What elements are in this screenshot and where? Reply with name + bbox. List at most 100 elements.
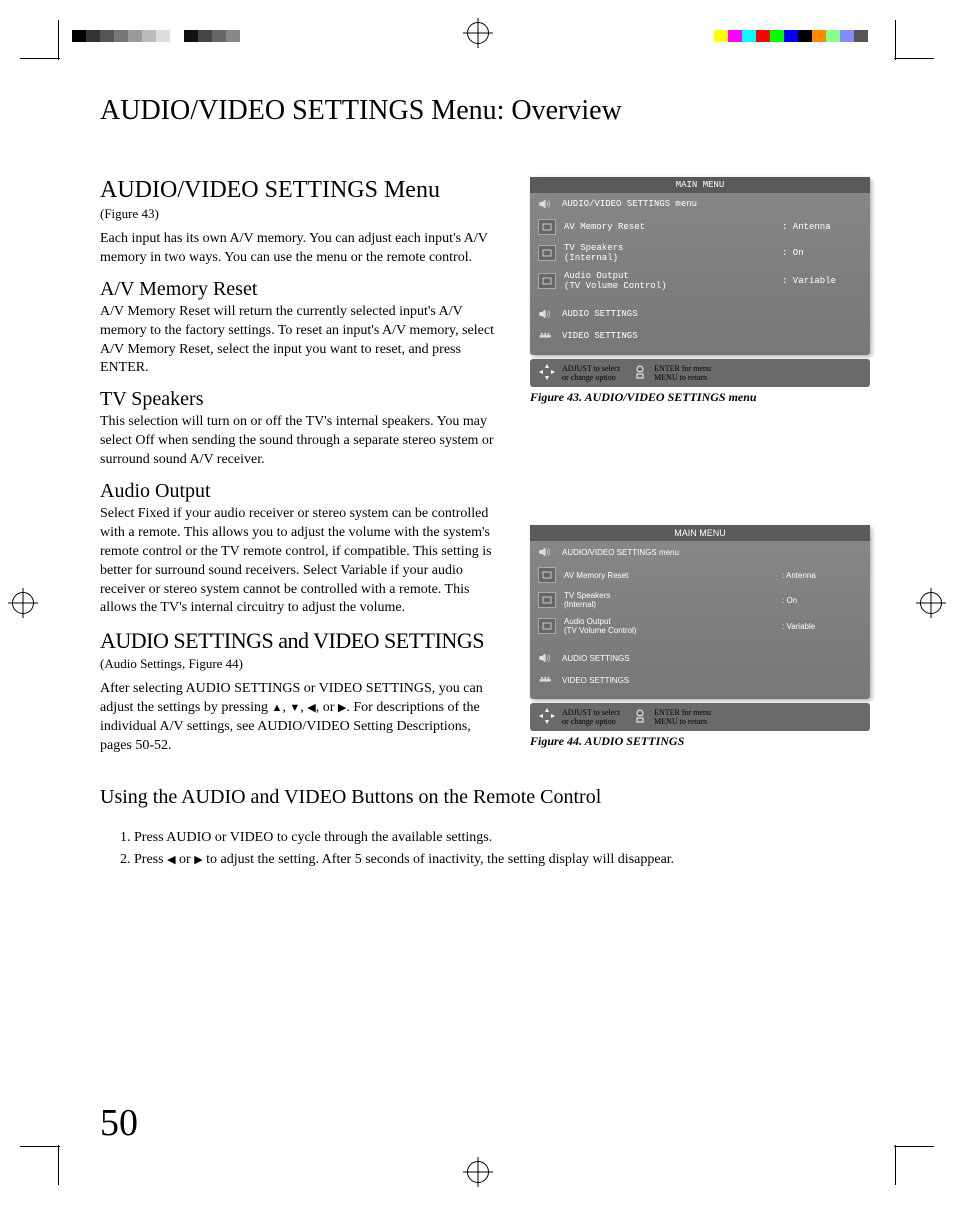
audio-video-settings-body: After selecting AUDIO SETTINGS or VIDEO … [100,680,500,756]
box-icon [538,273,556,289]
color-swatch [742,30,756,42]
right-column: MAIN MENU AUDIO/VIDEO SETTINGS menu AV M… [530,177,870,766]
menu-43-row3-label: TV Speakers (Internal) [564,243,774,263]
footer-menu: MENU to return [654,373,711,382]
color-swatch [728,30,742,42]
color-swatch [156,30,170,42]
dpad-icon [538,707,556,727]
box-icon [538,592,556,608]
menu-44-row2-label: AV Memory Reset [564,571,774,580]
tv-speakers-heading: TV Speakers [100,388,500,411]
av-memory-reset-heading: A/V Memory Reset [100,278,500,301]
menu-44-row2-value: : Antenna [782,571,862,580]
crop-mark-icon [894,58,934,59]
page-number: 50 [100,1101,138,1145]
menu-43-row5: AUDIO SETTINGS [562,309,862,319]
menu-44-row4-label: Audio Output (TV Volume Control) [564,617,774,635]
speaker-icon [538,651,554,665]
color-swatch [142,30,156,42]
right-arrow-icon: ▶ [194,854,202,866]
page-title: AUDIO/VIDEO SETTINGS Menu: Overview [100,95,870,127]
menu-44-row5: AUDIO SETTINGS [562,654,862,663]
step-1: 1. Press AUDIO or VIDEO to cycle through… [120,827,870,849]
menu-44-row4-value: : Variable [782,622,862,631]
crop-mark-icon [20,1146,60,1147]
av-settings-menu-heading: AUDIO/VIDEO SETTINGS Menu [100,177,500,204]
dpad-icon [538,363,556,383]
registration-mark-icon [467,22,489,44]
color-swatch [798,30,812,42]
menu-43-row4-label: Audio Output (TV Volume Control) [564,271,774,291]
menu-43-footer: ADJUST to select or change option ENTER … [530,359,870,387]
color-swatch [198,30,212,42]
tv-speakers-body: This selection will turn on or off the T… [100,413,500,470]
color-swatch [184,30,198,42]
menu-44-row3-label: TV Speakers (Internal) [564,591,774,609]
menu-43-row3-value: : On [782,248,862,258]
color-swatch [840,30,854,42]
up-arrow-icon: ▲ [272,702,283,714]
left-arrow-icon: ◀ [167,854,175,866]
left-column: AUDIO/VIDEO SETTINGS Menu (Figure 43) Ea… [100,177,500,766]
color-swatch [212,30,226,42]
menu-44-row6: VIDEO SETTINGS [562,676,862,685]
color-swatch [770,30,784,42]
footer-adjust: ADJUST to select [562,364,620,373]
color-swatch [714,30,728,42]
enter-icon [632,708,648,726]
step-2-text-c: to adjust the setting. After 5 seconds o… [203,852,675,867]
footer-adjust: ADJUST to select [562,708,620,717]
color-swatch [226,30,240,42]
left-arrow-icon: ◀ [307,702,315,714]
registration-mark-icon [467,1161,489,1183]
crop-mark-icon [58,20,59,60]
menu-44-row3-value: : On [782,596,862,605]
step-2-text-a: 2. Press [120,852,167,867]
crop-mark-icon [895,20,896,60]
color-swatch [756,30,770,42]
audio-video-settings-heading: AUDIO SETTINGS and VIDEO SETTINGS [100,628,500,654]
av-settings-body: Each input has its own A/V memory. You c… [100,230,500,268]
color-swatch [72,30,86,42]
figure-ref: (Figure 43) [100,206,500,222]
color-swatch [784,30,798,42]
remote-control-section: Using the AUDIO and VIDEO Buttons on the… [100,786,870,872]
speaker-icon [538,307,554,321]
enter-icon [632,364,648,382]
step-2: 2. Press ◀ or ▶ to adjust the setting. A… [120,849,870,871]
menu-44-footer: ADJUST to select or change option ENTER … [530,703,870,731]
menu-43-row4-value: : Variable [782,276,862,286]
color-swatch [114,30,128,42]
figure-ref: (Audio Settings, Figure 44) [100,656,500,672]
step-2-text-b: or [176,852,195,867]
footer-change: or change option [562,717,620,726]
speaker-icon [538,197,554,211]
audio-output-body: Select Fixed if your audio receiver or s… [100,505,500,618]
remote-heading: Using the AUDIO and VIDEO Buttons on the… [100,786,870,809]
audio-output-heading: Audio Output [100,480,500,503]
color-swatch [812,30,826,42]
video-icon [538,329,554,343]
color-swatch [100,30,114,42]
menu-43-row2-label: AV Memory Reset [564,222,774,232]
speaker-icon [538,545,554,559]
menu-screenshot-44: MAIN MENU AUDIO/VIDEO SETTINGS menu AV M… [530,525,870,699]
content-area: AUDIO/VIDEO SETTINGS Menu: Overview AUDI… [100,95,870,872]
menu-43-row6: VIDEO SETTINGS [562,331,862,341]
color-swatch [86,30,100,42]
crop-mark-icon [895,1145,896,1185]
video-icon [538,673,554,687]
color-calibration-bar-left [72,30,240,42]
menu-44-row1: AUDIO/VIDEO SETTINGS menu [562,548,862,557]
down-arrow-icon: ▼ [289,702,300,714]
footer-change: or change option [562,373,620,382]
color-swatch [868,30,882,42]
page: AUDIO/VIDEO SETTINGS Menu: Overview AUDI… [0,0,954,1205]
box-icon [538,219,556,235]
menu-43-row1: AUDIO/VIDEO SETTINGS menu [562,199,862,209]
box-icon [538,618,556,634]
footer-enter: ENTER for menu [654,364,711,373]
menu-screenshot-43: MAIN MENU AUDIO/VIDEO SETTINGS menu AV M… [530,177,870,355]
color-swatch [826,30,840,42]
menu-44-title: MAIN MENU [530,525,870,541]
